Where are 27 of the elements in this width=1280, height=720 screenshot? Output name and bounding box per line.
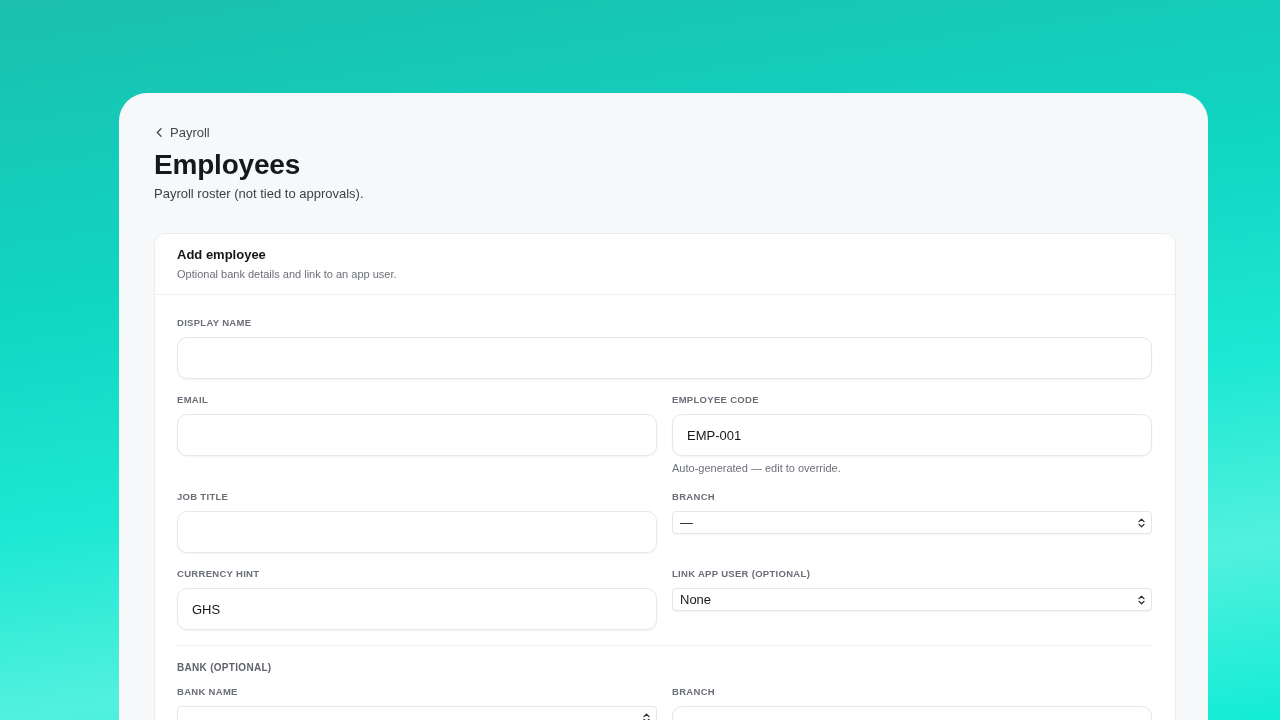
chevron-left-icon bbox=[156, 128, 162, 137]
field-label: LINK APP USER (OPTIONAL) bbox=[672, 567, 812, 581]
text-input[interactable] bbox=[177, 414, 657, 456]
field-label: JOB TITLE bbox=[177, 490, 230, 504]
field-label: DISPLAY NAME bbox=[177, 316, 253, 330]
page-title: Employees bbox=[154, 148, 302, 182]
field-label: EMPLOYEE CODE bbox=[672, 393, 760, 407]
field-label: EMAIL bbox=[177, 393, 210, 407]
form-title: Add employee bbox=[177, 246, 267, 264]
text-input[interactable]: EMP-001 bbox=[672, 414, 1152, 456]
field-hint: Auto-generated — edit to override. bbox=[672, 461, 842, 476]
select-field[interactable]: None bbox=[672, 588, 1152, 611]
chevron-up-down-icon bbox=[643, 712, 650, 720]
field-label: BANK NAME bbox=[177, 685, 239, 699]
page-subtitle: Payroll roster (not tied to approvals). bbox=[154, 185, 365, 203]
field-label: BRANCH bbox=[672, 685, 716, 699]
text-input[interactable] bbox=[177, 511, 657, 553]
form-subtitle: Optional bank details and link to an app user. bbox=[177, 267, 398, 282]
text-input[interactable]: GHS bbox=[177, 588, 657, 630]
select-field[interactable]: — bbox=[672, 511, 1152, 534]
chevron-up-down-icon bbox=[1138, 517, 1145, 528]
field-label: CURRENCY HINT bbox=[177, 567, 261, 581]
section-title: BANK (OPTIONAL) bbox=[177, 661, 273, 675]
field-label: BRANCH bbox=[672, 490, 716, 504]
chevron-up-down-icon bbox=[1138, 594, 1145, 605]
text-input[interactable] bbox=[177, 337, 1152, 379]
back-link[interactable]: Payroll bbox=[154, 124, 212, 141]
